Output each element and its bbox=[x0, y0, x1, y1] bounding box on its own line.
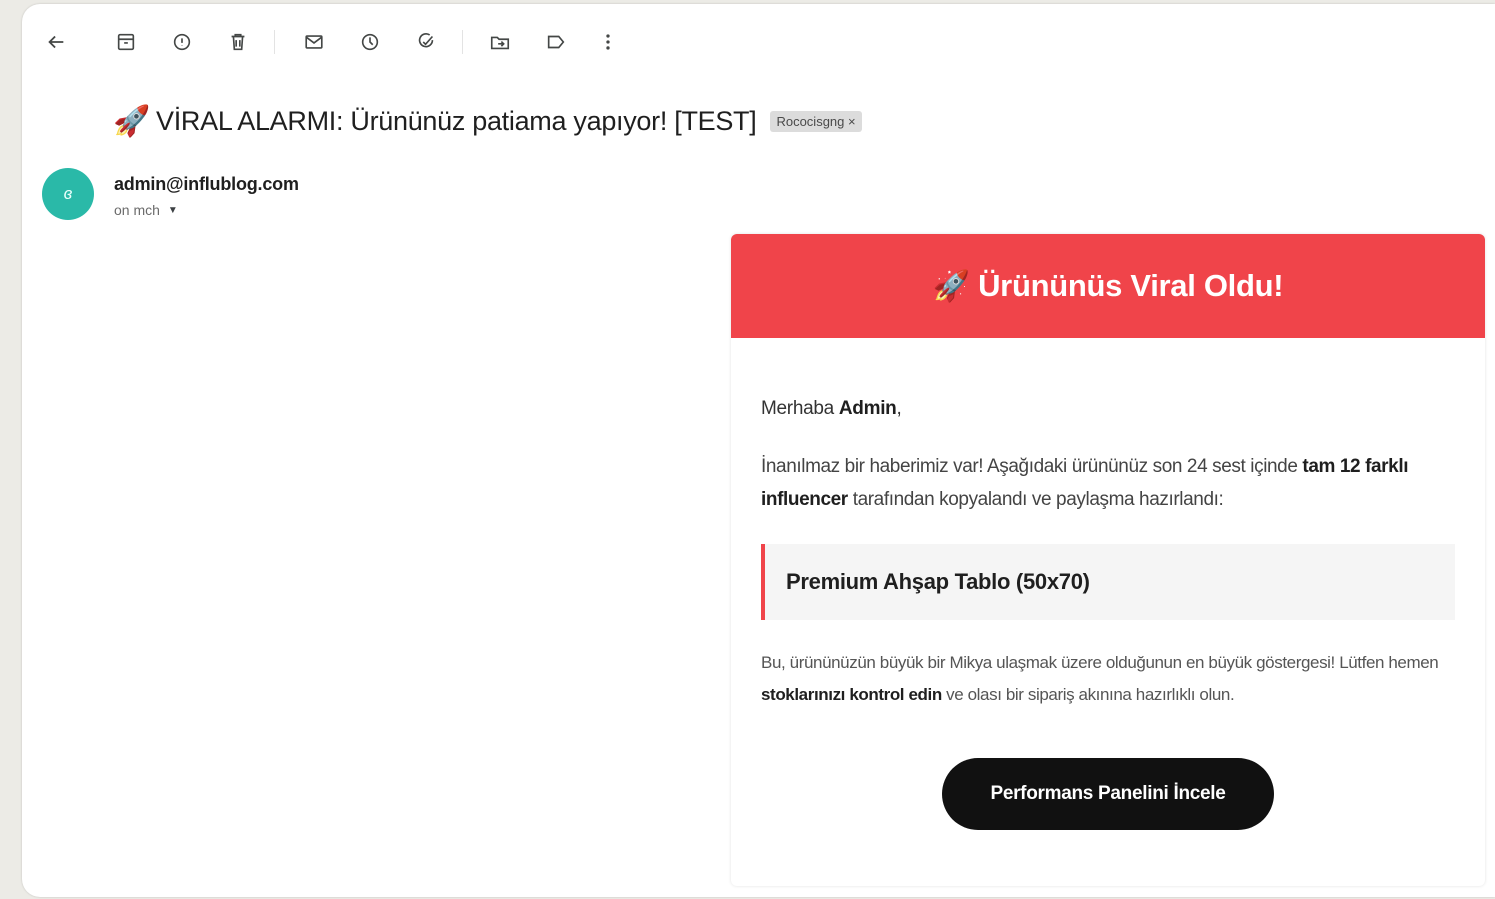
rocket-icon: 🚀 bbox=[113, 104, 151, 138]
greeting-prefix: Merhaba bbox=[761, 398, 839, 419]
toolbar-divider bbox=[274, 30, 275, 54]
rocket-icon: 🚀 bbox=[932, 269, 971, 303]
avatar[interactable]: ɞ bbox=[42, 168, 94, 220]
greeting-suffix: , bbox=[896, 398, 902, 419]
toolbar-divider bbox=[462, 30, 463, 54]
delete-icon[interactable] bbox=[224, 28, 252, 56]
note-text-2: ve olası bir sipariş akınına hazırlıklı … bbox=[941, 685, 1235, 704]
mark-unread-icon[interactable] bbox=[300, 28, 328, 56]
product-name: Premium Ahşap Tablo (50x70) bbox=[786, 569, 1090, 594]
card-header: 🚀 Ürününüs Viral Oldu! bbox=[731, 234, 1485, 338]
email-view-panel: 🚀 VİRAL ALARMI: Ürününüz patiama yapıyor… bbox=[22, 4, 1495, 897]
subject-row: 🚀 VİRAL ALARMI: Ürününüz patiama yapıyor… bbox=[112, 99, 862, 143]
more-options-icon[interactable] bbox=[594, 28, 622, 56]
label-chip[interactable]: Rococisgng × bbox=[770, 110, 862, 132]
product-highlight: Premium Ahşap Tablo (50x70) bbox=[761, 544, 1455, 620]
email-body-card: 🚀 Ürününüs Viral Oldu! Merhaba Admin, İn… bbox=[731, 234, 1485, 886]
greeting-name: Admin bbox=[838, 398, 897, 419]
note-text-1: Bu, ürününüzün büyük bir Mikya ulaşmak ü… bbox=[761, 653, 1439, 672]
email-toolbar bbox=[22, 22, 722, 62]
cta-container: Performans Panelini İncele bbox=[761, 758, 1455, 830]
move-to-icon[interactable] bbox=[486, 28, 514, 56]
card-body: Merhaba Admin, İnanılmaz bir haberimiz v… bbox=[731, 398, 1485, 830]
intro-text-2: tarafından kopyalandı ve paylaşma hazırl… bbox=[847, 489, 1224, 510]
sender-email[interactable]: admin@influblog.com bbox=[114, 174, 299, 195]
label-icon[interactable] bbox=[542, 28, 570, 56]
note-paragraph: Bu, ürününüzün büyük bir Mikya ulaşmak ü… bbox=[761, 647, 1455, 711]
greeting: Merhaba Admin, bbox=[761, 398, 1455, 420]
card-header-title: Ürününüs Viral Oldu! bbox=[978, 268, 1284, 303]
archive-icon[interactable] bbox=[112, 28, 140, 56]
note-bold: stoklarınızı kontrol edin bbox=[761, 685, 942, 704]
snooze-icon[interactable] bbox=[356, 28, 384, 56]
add-to-tasks-icon[interactable] bbox=[412, 28, 440, 56]
email-subject: VİRAL ALARMI: Ürününüz patiama yapıyor! … bbox=[156, 105, 757, 136]
chevron-down-icon[interactable]: ▼ bbox=[168, 205, 178, 216]
avatar-initial: ɞ bbox=[63, 184, 73, 203]
intro-paragraph: İnanılmaz bir haberimiz var! Aşağıdaki ü… bbox=[761, 450, 1455, 516]
recipient-text: on mch bbox=[114, 202, 160, 218]
report-spam-icon[interactable] bbox=[168, 28, 196, 56]
intro-text-1: İnanılmaz bir haberimiz var! Aşağıdaki ü… bbox=[761, 456, 1303, 477]
back-arrow-icon[interactable] bbox=[42, 28, 70, 56]
performance-panel-button[interactable]: Performans Panelini İncele bbox=[942, 758, 1274, 830]
recipient-line: on mch ▼ bbox=[114, 202, 178, 218]
